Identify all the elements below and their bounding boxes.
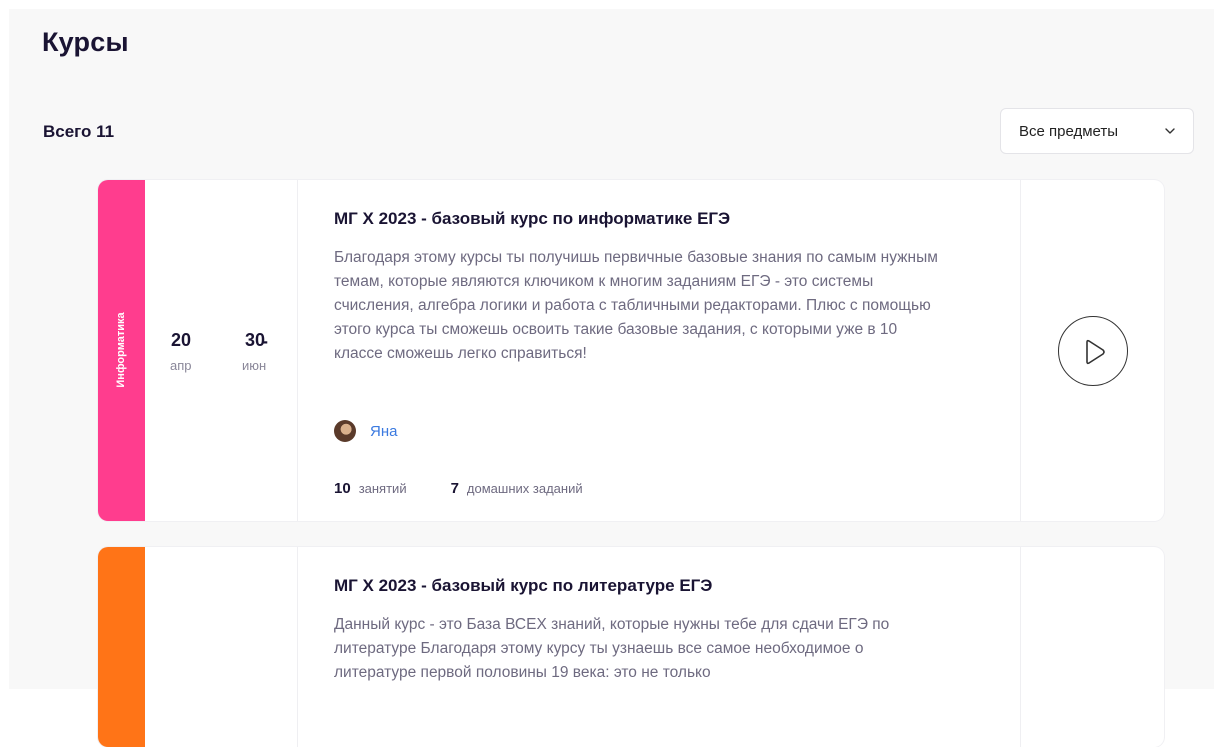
course-dates: [145, 547, 298, 747]
subject-stripe: [98, 547, 145, 747]
course-title[interactable]: МГ Х 2023 - базовый курс по информатике …: [334, 209, 994, 229]
course-action: [1020, 180, 1164, 521]
subject-label: Информатика: [115, 312, 127, 388]
play-button[interactable]: [1058, 316, 1128, 386]
course-card[interactable]: Информатика 20 апр - 30 июн МГ Х 2023 - …: [98, 180, 1164, 521]
play-icon: [1086, 339, 1105, 365]
course-title[interactable]: МГ Х 2023 - базовый курс по литературе Е…: [334, 576, 994, 596]
homework-label: домашних заданий: [466, 481, 583, 496]
course-card[interactable]: МГ Х 2023 - базовый курс по литературе Е…: [98, 547, 1164, 747]
chevron-down-icon: [1165, 128, 1175, 134]
homework-count: 7: [450, 480, 459, 497]
subject-stripe: Информатика: [98, 180, 145, 521]
course-dates: 20 апр - 30 июн: [145, 180, 298, 521]
course-description: Данный курс - это База ВСЕХ знаний, кото…: [334, 616, 890, 681]
course-description: Благодаря этому курсы ты получишь первич…: [334, 249, 938, 362]
course-action: [1020, 547, 1164, 747]
teacher[interactable]: Яна: [334, 420, 397, 442]
avatar: [334, 420, 356, 442]
lessons-count: 10: [334, 480, 351, 497]
courses-total: Всего 11: [43, 122, 115, 141]
subject-filter-select[interactable]: Все предметы: [1000, 108, 1194, 154]
lessons-label: занятий: [358, 481, 407, 496]
end-day: 30: [245, 330, 266, 350]
start-month: апр: [170, 358, 192, 373]
end-month: июн: [242, 358, 267, 373]
course-stats: 10 занятий 7 домашних заданий: [334, 480, 583, 497]
page-title: Курсы: [42, 27, 129, 57]
start-day: 20: [171, 330, 192, 350]
teacher-name[interactable]: Яна: [370, 423, 397, 440]
subject-filter-value: Все предметы: [1019, 122, 1119, 140]
